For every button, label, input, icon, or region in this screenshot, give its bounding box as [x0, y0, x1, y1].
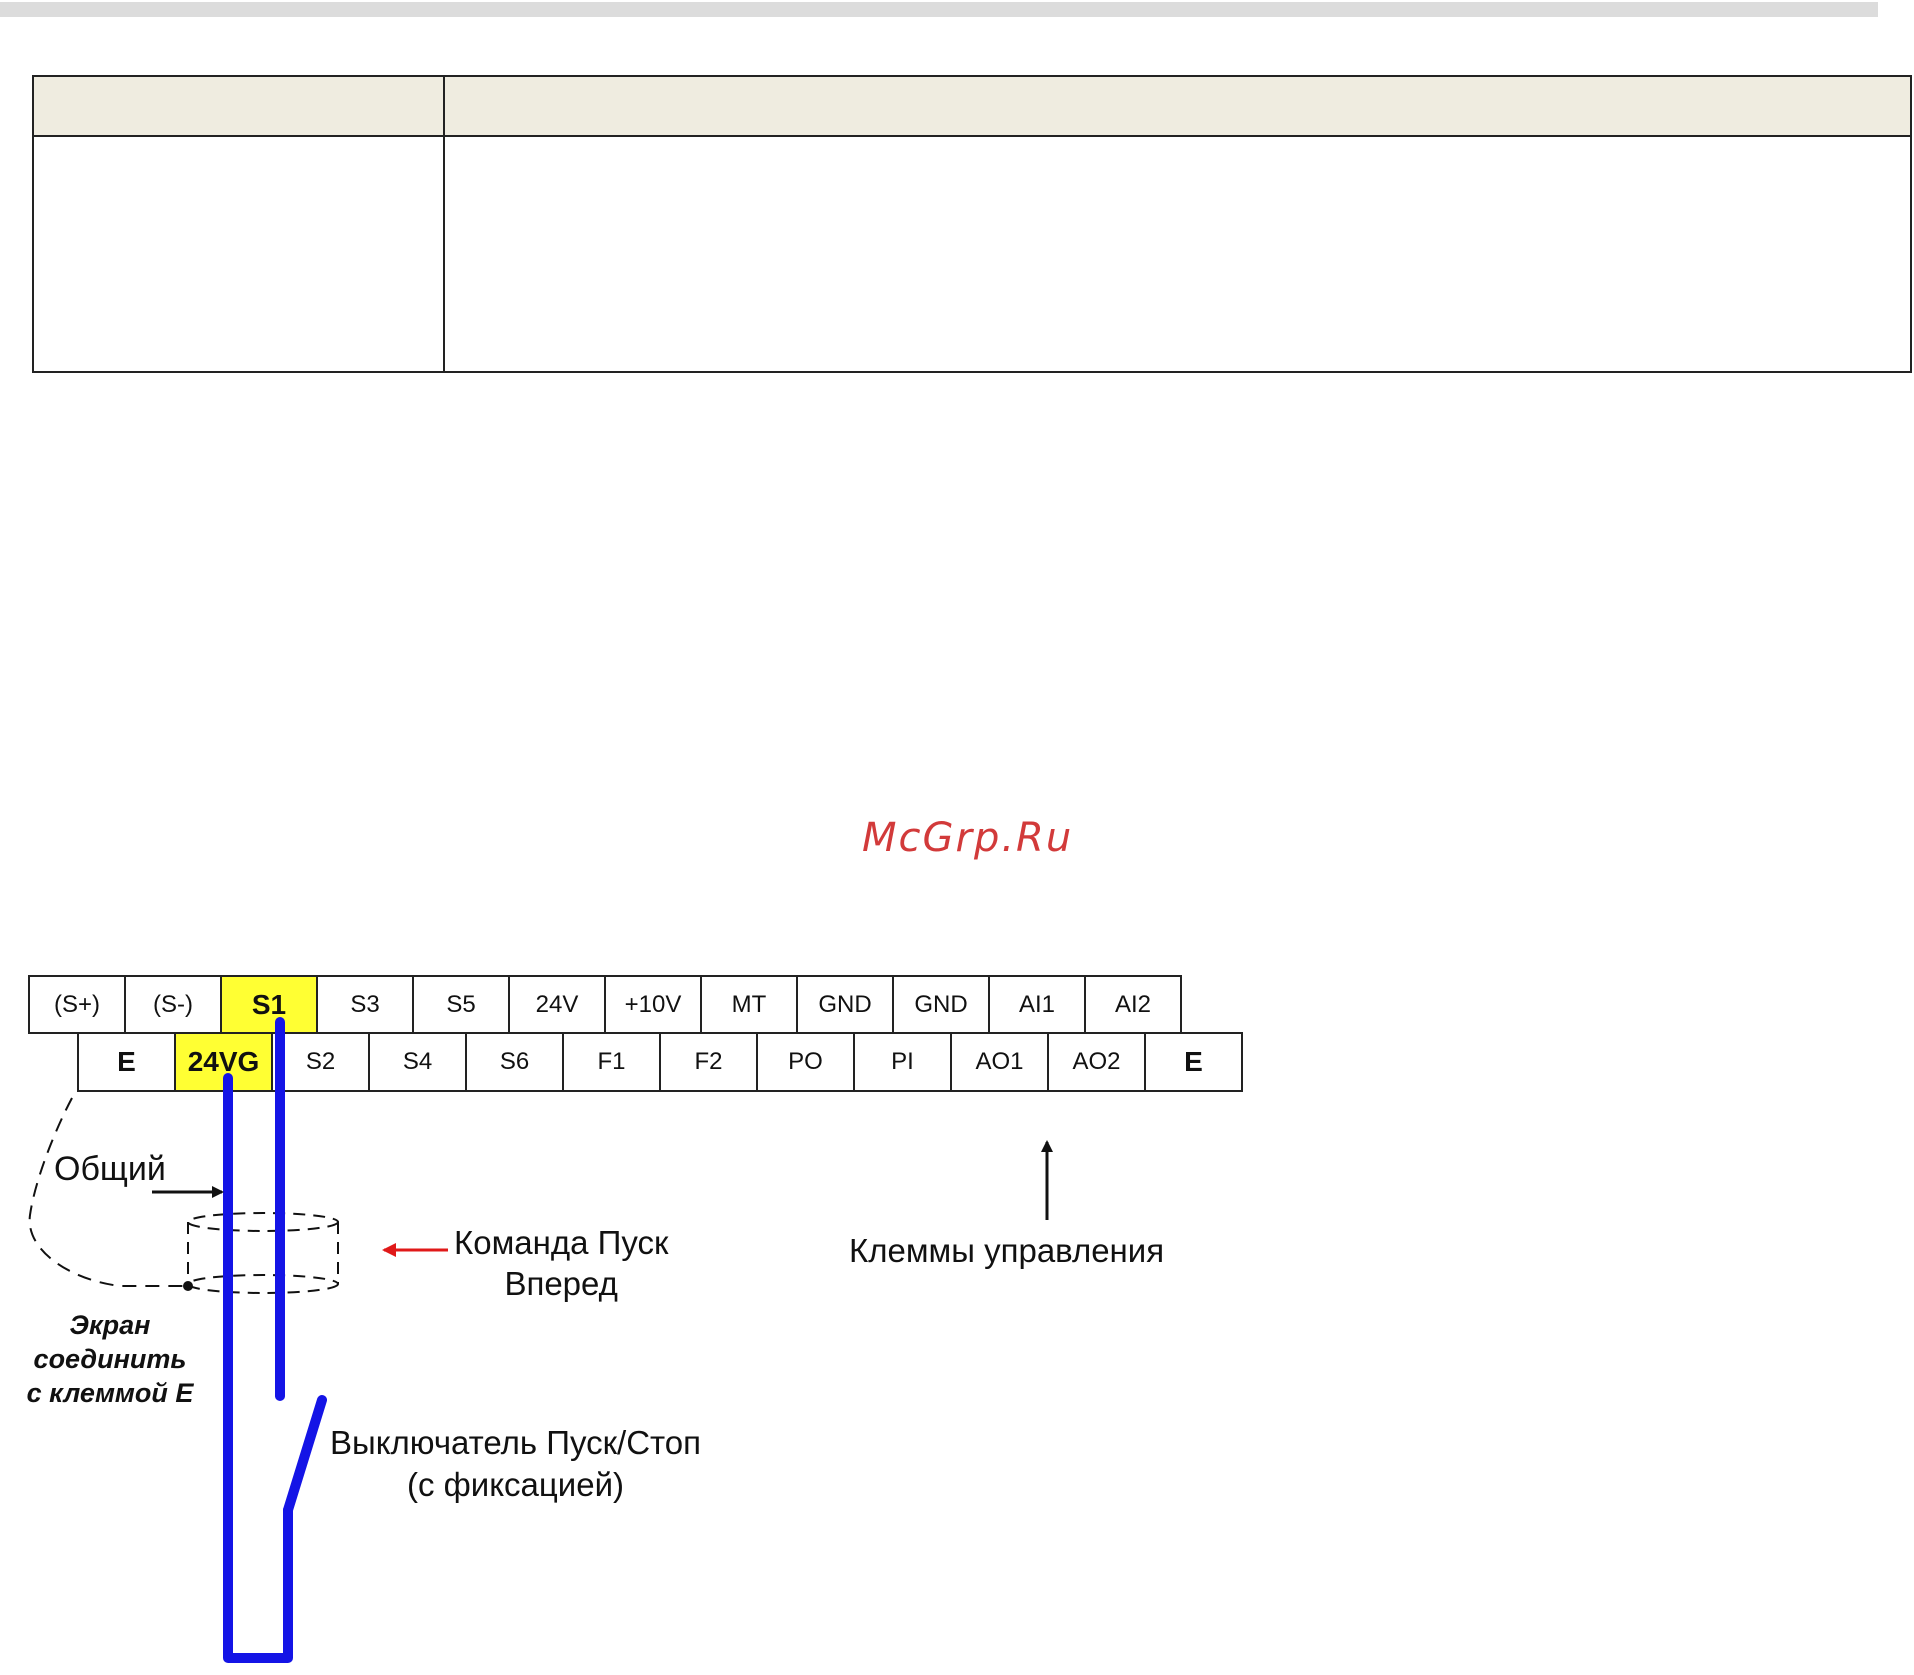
label-shield-note-line1: Экран	[69, 1310, 151, 1340]
label-shield-note-line3: с клеммой E	[26, 1378, 194, 1408]
label-start-stop-switch-line1: Выключатель Пуск/Стоп	[330, 1424, 702, 1461]
wiring-diagram	[28, 1017, 1053, 1663]
wires	[223, 1017, 327, 1663]
label-common: Общий	[54, 1150, 166, 1188]
label-shield-note: Экран соединить с клеммой E	[10, 1308, 210, 1410]
switch-blade	[283, 1395, 327, 1515]
label-run-command-line2: Вперед	[504, 1265, 618, 1302]
label-run-command: Команда Пуск Вперед	[454, 1222, 668, 1304]
cable-shield	[187, 1212, 339, 1294]
label-start-stop-switch-line2: (с фиксацией)	[407, 1466, 625, 1503]
label-run-command-line1: Команда Пуск	[454, 1224, 669, 1261]
label-control-terminals: Клеммы управления	[849, 1232, 1165, 1269]
label-shield-note-line2: соединить	[33, 1344, 187, 1374]
shield-junction-dot	[183, 1281, 193, 1291]
label-start-stop-switch: Выключатель Пуск/Стоп (с фиксацией)	[330, 1422, 701, 1506]
